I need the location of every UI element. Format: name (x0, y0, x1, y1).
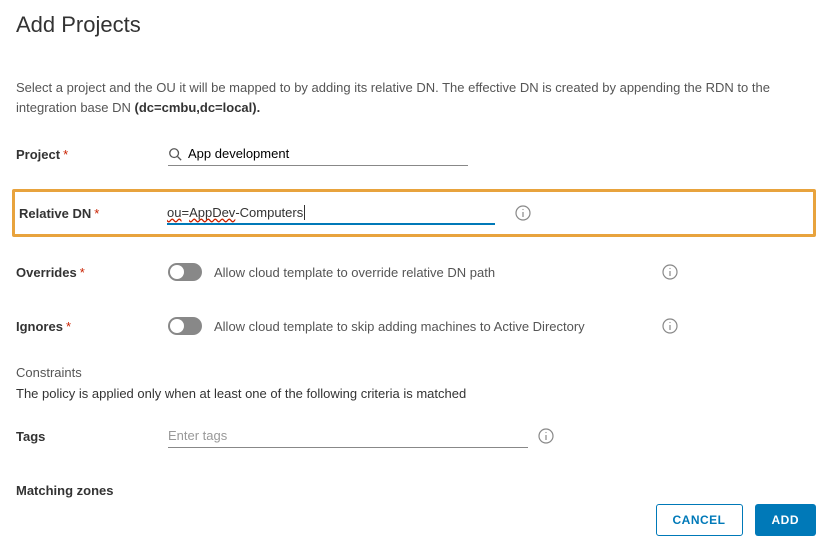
relative-dn-label-text: Relative DN (19, 206, 91, 221)
search-icon (168, 147, 182, 161)
ignores-toggle-label: Allow cloud template to skip adding mach… (214, 319, 585, 334)
footer: CANCEL ADD (656, 504, 817, 536)
overrides-field: Allow cloud template to override relativ… (168, 263, 678, 281)
description-text: Select a project and the OU it will be m… (16, 80, 770, 115)
constraints-heading: Constraints (16, 365, 816, 380)
relative-dn-label: Relative DN* (15, 206, 167, 221)
info-icon[interactable] (538, 428, 554, 444)
tags-row: Tags (16, 421, 816, 451)
relative-dn-field-wrap: ou=AppDev-Computers​ (167, 201, 809, 225)
description: Select a project and the OU it will be m… (16, 78, 816, 117)
project-input[interactable] (188, 144, 468, 163)
relative-dn-input-shell[interactable]: ou=AppDev-Computers​ (167, 201, 495, 225)
info-icon[interactable] (662, 318, 678, 334)
tags-field-wrap (168, 424, 816, 448)
constraints-description: The policy is applied only when at least… (16, 386, 816, 401)
description-bold: (dc=cmbu,dc=local). (135, 100, 261, 115)
ignores-toggle[interactable] (168, 317, 202, 335)
tags-label: Tags (16, 429, 168, 444)
project-label: Project* (16, 147, 168, 162)
add-button[interactable]: ADD (755, 504, 817, 536)
project-label-text: Project (16, 147, 60, 162)
overrides-row: Overrides* Allow cloud template to overr… (16, 257, 816, 287)
required-marker: * (94, 206, 99, 221)
required-marker: * (80, 265, 85, 280)
info-icon[interactable] (515, 205, 531, 221)
ignores-label: Ignores* (16, 319, 168, 334)
overrides-toggle-label: Allow cloud template to override relativ… (214, 265, 495, 280)
ignores-label-text: Ignores (16, 319, 63, 334)
overrides-label-text: Overrides (16, 265, 77, 280)
relative-dn-highlight: Relative DN* ou=AppDev-Computers​ (12, 189, 816, 237)
tags-input-shell[interactable] (168, 424, 528, 448)
relative-dn-display: ou=AppDev-Computers​ (167, 205, 305, 220)
overrides-label: Overrides* (16, 265, 168, 280)
tags-input[interactable] (168, 426, 528, 445)
project-field-wrap (168, 142, 816, 166)
overrides-toggle[interactable] (168, 263, 202, 281)
project-row: Project* (16, 139, 816, 169)
matching-zones-label: Matching zones (16, 483, 168, 498)
ignores-field: Allow cloud template to skip adding mach… (168, 317, 678, 335)
required-marker: * (63, 147, 68, 162)
cancel-button[interactable]: CANCEL (656, 504, 743, 536)
info-icon[interactable] (662, 264, 678, 280)
page-title: Add Projects (16, 12, 816, 38)
project-input-shell[interactable] (168, 142, 468, 166)
required-marker: * (66, 319, 71, 334)
matching-zones-row: Matching zones (16, 475, 816, 505)
ignores-row: Ignores* Allow cloud template to skip ad… (16, 311, 816, 341)
relative-dn-row: Relative DN* ou=AppDev-Computers​ (15, 198, 809, 228)
